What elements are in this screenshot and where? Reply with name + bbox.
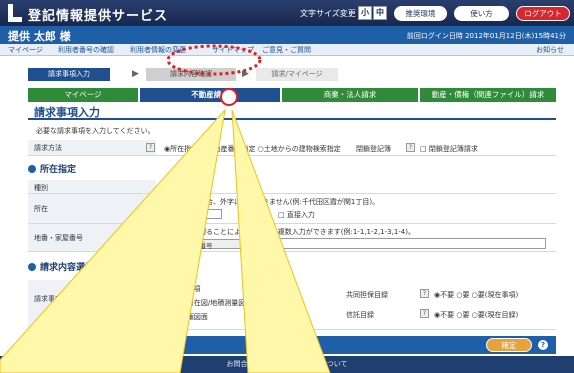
type-option-all[interactable]: ☑ 全部事項	[164, 284, 201, 294]
joint-collateral-label: 共同担保目録	[346, 291, 388, 299]
font-size-small-button[interactable]: 小	[358, 6, 372, 20]
chevron-right-icon: ▶	[242, 69, 249, 79]
help-icon[interactable]: ?	[86, 340, 96, 350]
type-option-map[interactable]: □ 土地所在図/地積測量図	[164, 298, 245, 308]
help-icon[interactable]: ?	[420, 309, 429, 318]
help-icon[interactable]: ?	[146, 205, 155, 214]
help-icon[interactable]: ?	[420, 289, 429, 298]
closed-register-checkbox[interactable]: □ 閉鎖登記簿請求	[420, 144, 478, 154]
help-icon[interactable]: ?	[538, 340, 548, 350]
method-options[interactable]: ◉所在指定 ○不動産番号指定 ○土地からの建物検索指定	[164, 144, 341, 154]
last-login: 前回ログイン日時 2012年01月12日(木)15時41分	[406, 32, 566, 40]
logo-icon	[6, 4, 22, 22]
joint-collateral-options[interactable]: ◉不要 ○要 ○要(現在事項)	[434, 290, 518, 300]
address-label: 所在	[28, 194, 156, 223]
type-label: 請求事項の種類(複数選択可能)	[28, 280, 156, 329]
tab-real-estate[interactable]: 不動産請求	[140, 88, 280, 102]
method-row: 請求方法 ? ◉所在指定 ○不動産番号指定 ○土地からの建物検索指定 閉鎖登記簿…	[28, 140, 556, 156]
link-bar: マイページ 利用者番号の確認 利用者情報の変更 サイトマップ ご意見・ご質問 お…	[0, 44, 574, 56]
kind-label: 種別	[28, 180, 156, 193]
step-confirm: 請求内容確認	[146, 68, 236, 81]
logout-button[interactable]: ログアウト	[516, 6, 570, 21]
link-feedback[interactable]: ご意見・ご質問	[262, 45, 311, 55]
kind-row: 種別 ◉土地 ○建物	[28, 180, 556, 194]
app-title: 登記情報提供サービス	[28, 9, 169, 24]
link-notice[interactable]: お知らせ	[536, 45, 564, 55]
closed-register-label: 閉鎖登記簿	[356, 145, 391, 153]
action-bar: クリア ? 確定 ?	[28, 336, 556, 354]
help-icon[interactable]: ?	[406, 143, 415, 152]
lot-row: 地番・家屋番号 ? カンマで区切ることにより10件まで複数入力ができます(例:1…	[28, 224, 556, 252]
tab-mypage[interactable]: マイページ	[28, 88, 138, 102]
top-header: 登記情報提供サービス 文字サイズ変更 小 中 推奨環境 使い方 ログアウト	[0, 0, 574, 26]
lot-search-button[interactable]: 地番・家屋番号	[164, 239, 244, 250]
category-tabs: マイページ 不動産請求 商業・法人請求 動産・債権（関連ファイル）請求	[28, 88, 556, 102]
help-icon[interactable]: ?	[146, 297, 155, 306]
step-mypage: 請求/マイページ	[256, 68, 338, 81]
info-icon	[28, 165, 36, 173]
link-user-info-change[interactable]: 利用者情報の変更	[130, 45, 186, 55]
page-title: 請求事項入力	[28, 104, 556, 120]
content-heading: 請求内容選択	[28, 260, 556, 274]
address-row: 所在 ? 直接入力の場合、外字は入力できません(例:千代田区霞が関1丁目)。 都…	[28, 194, 556, 224]
info-icon	[28, 263, 36, 271]
location-heading: 所在指定	[28, 162, 556, 176]
chevron-right-icon: ▶	[132, 69, 139, 79]
username: 提供 太郎 様	[8, 30, 71, 43]
tab-corporate[interactable]: 商業・法人請求	[282, 88, 418, 102]
lot-label: 地番・家屋番号	[28, 224, 156, 251]
content-row: 請求事項の種類(複数選択可能) ? ☑ 全部事項 □ 土地所在図/地積測量図 □…	[28, 280, 556, 330]
user-bar: 提供 太郎 様 前回ログイン日時 2012年01月12日(木)15時41分	[0, 26, 574, 44]
address-hint: 直接入力の場合、外字は入力できません(例:千代田区霞が関1丁目)。	[164, 198, 380, 206]
help-button[interactable]: 使い方	[454, 6, 509, 21]
lot-hint: カンマで区切ることにより10件まで複数入力ができます(例:1-1,1-2,1-3…	[164, 228, 415, 236]
font-size-medium-button[interactable]: 中	[373, 6, 387, 20]
method-label: 請求方法	[28, 140, 156, 155]
confirm-button[interactable]: 確定	[486, 338, 532, 352]
lot-number-input[interactable]	[276, 238, 546, 249]
kind-options[interactable]: ◉土地 ○建物	[164, 183, 206, 193]
help-icon[interactable]: ?	[146, 143, 155, 152]
footer: お問合せ 個人情報の取り扱いについて	[0, 356, 574, 373]
tab-movables[interactable]: 動産・債権（関連ファイル）請求	[420, 88, 556, 102]
clear-button[interactable]: クリア	[36, 338, 82, 352]
type-option-easement[interactable]: □ 地役権図面	[164, 312, 208, 322]
recommended-env-button[interactable]: 推奨環境	[394, 6, 447, 21]
trust-label: 信託目録	[346, 311, 374, 319]
font-size-label: 文字サイズ変更	[300, 9, 356, 18]
trust-options[interactable]: ◉不要 ○要 ○要(現在目録)	[434, 310, 518, 320]
link-mypage[interactable]: マイページ	[8, 45, 43, 55]
prefecture-select[interactable]: 都道府県	[164, 209, 222, 220]
link-sitemap[interactable]: サイトマップ	[212, 45, 254, 55]
instruction-note: 必要な請求事項を入力してください。	[36, 127, 155, 135]
step-input: 請求事項入力	[28, 68, 110, 81]
link-user-number[interactable]: 利用者番号の確認	[58, 45, 114, 55]
direct-input-checkbox[interactable]: □ 直接入力	[278, 210, 315, 220]
help-icon[interactable]: ?	[146, 233, 155, 242]
